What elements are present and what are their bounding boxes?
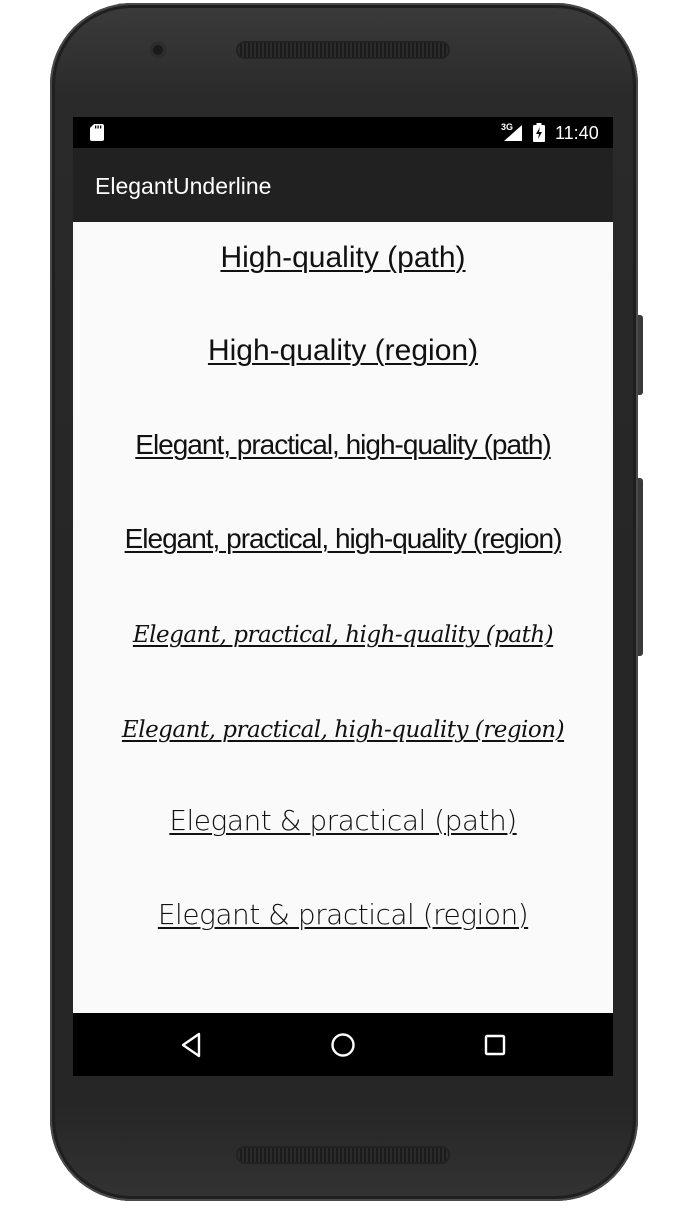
label-script-region: Elegant, practical, high-quality (region… <box>121 717 565 743</box>
content-area: High-quality (path) High-quality (region… <box>73 222 613 1013</box>
front-camera <box>150 42 166 58</box>
earpiece-speaker <box>236 41 450 59</box>
label-high-quality-path: High-quality (path) <box>220 241 466 274</box>
label-handwriting-region: Elegant & practical (region) <box>157 898 529 931</box>
volume-button <box>638 478 643 656</box>
recent-apps-icon[interactable] <box>478 1028 512 1062</box>
label-handwriting-path: Elegant & practical (path) <box>169 804 517 837</box>
back-icon[interactable] <box>175 1028 209 1062</box>
signal-icon <box>504 125 522 141</box>
sd-card-icon <box>90 124 104 141</box>
screen: 3G 11:40 ElegantUnderline High-quality (… <box>73 117 613 1076</box>
app-bar: ElegantUnderline <box>73 148 613 222</box>
status-bar: 3G 11:40 <box>73 117 613 148</box>
label-condensed-path: Elegant, practical, high-quality (path) <box>135 429 551 460</box>
label-script-path: Elegant, practical, high-quality (path) <box>132 622 554 648</box>
label-condensed-region: Elegant, practical, high-quality (region… <box>124 523 563 554</box>
bottom-speaker <box>236 1146 450 1164</box>
status-clock: 11:40 <box>555 123 599 143</box>
home-icon[interactable] <box>326 1028 360 1062</box>
battery-charging-icon <box>533 123 545 142</box>
label-high-quality-region: High-quality (region) <box>207 334 479 367</box>
app-title: ElegantUnderline <box>95 173 272 199</box>
navigation-bar <box>73 1013 613 1076</box>
power-button <box>638 315 643 395</box>
